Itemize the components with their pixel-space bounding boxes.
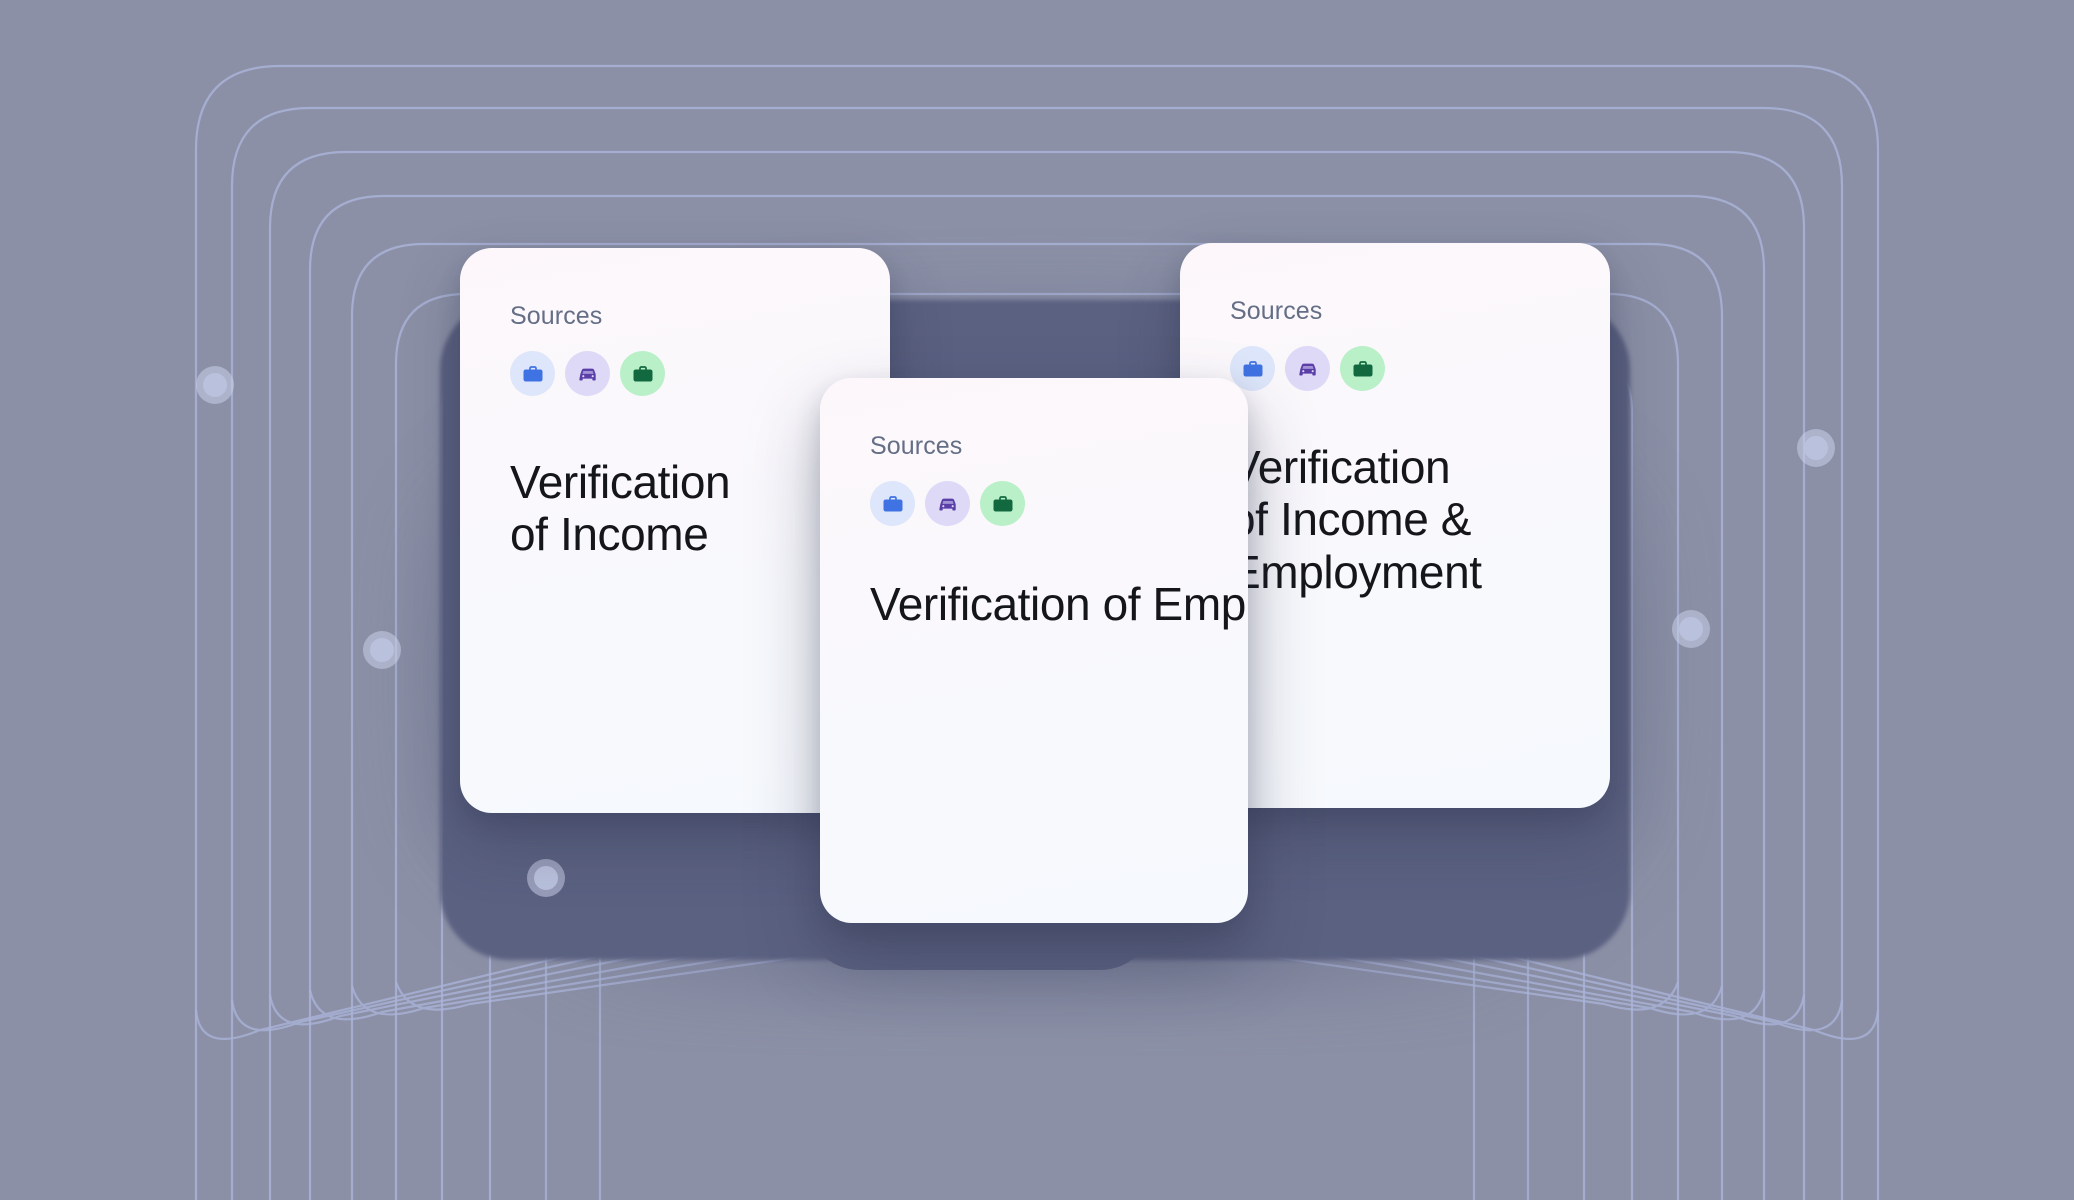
- node-dot: [203, 373, 227, 397]
- sources-label: Sources: [510, 302, 603, 330]
- card-verification-of-employment[interactable]: Sources Verification of Emp: [820, 378, 1248, 923]
- briefcase-icon: [883, 495, 902, 511]
- node-dot: [534, 866, 558, 890]
- source-chip-briefcase-blue[interactable]: [870, 481, 915, 526]
- source-chip-briefcase-blue[interactable]: [510, 351, 555, 396]
- node-dot: [370, 638, 394, 662]
- sources-label: Sources: [870, 432, 963, 460]
- briefcase-icon: [993, 495, 1012, 511]
- briefcase-icon: [1243, 360, 1262, 376]
- card-title: Verification of Employment: [870, 578, 1248, 630]
- car-icon: [578, 368, 596, 380]
- briefcase-icon: [633, 365, 652, 381]
- illustration-canvas: Sources Verification of Income Sources V…: [0, 0, 2074, 1200]
- node-dot: [1804, 436, 1828, 460]
- source-chip-car-purple[interactable]: [925, 481, 970, 526]
- card-title: Verification of Income: [510, 456, 731, 561]
- source-chip-car-purple[interactable]: [565, 351, 610, 396]
- car-icon: [1298, 363, 1316, 375]
- source-chip-briefcase-green[interactable]: [980, 481, 1025, 526]
- briefcase-icon: [523, 365, 542, 381]
- card-title: Verification of Income & Employment: [1230, 441, 1482, 598]
- sources-chip-row: [870, 481, 1198, 526]
- car-icon: [938, 498, 956, 510]
- card-body: Sources: [820, 378, 1248, 923]
- source-chip-car-purple[interactable]: [1285, 346, 1330, 391]
- briefcase-icon: [1353, 360, 1372, 376]
- sources-chip-row: [510, 351, 840, 396]
- source-chip-briefcase-green[interactable]: [1340, 346, 1385, 391]
- node-dot: [1679, 617, 1703, 641]
- sources-label: Sources: [1230, 297, 1323, 325]
- source-chip-briefcase-green[interactable]: [620, 351, 665, 396]
- sources-chip-row: [1230, 346, 1560, 391]
